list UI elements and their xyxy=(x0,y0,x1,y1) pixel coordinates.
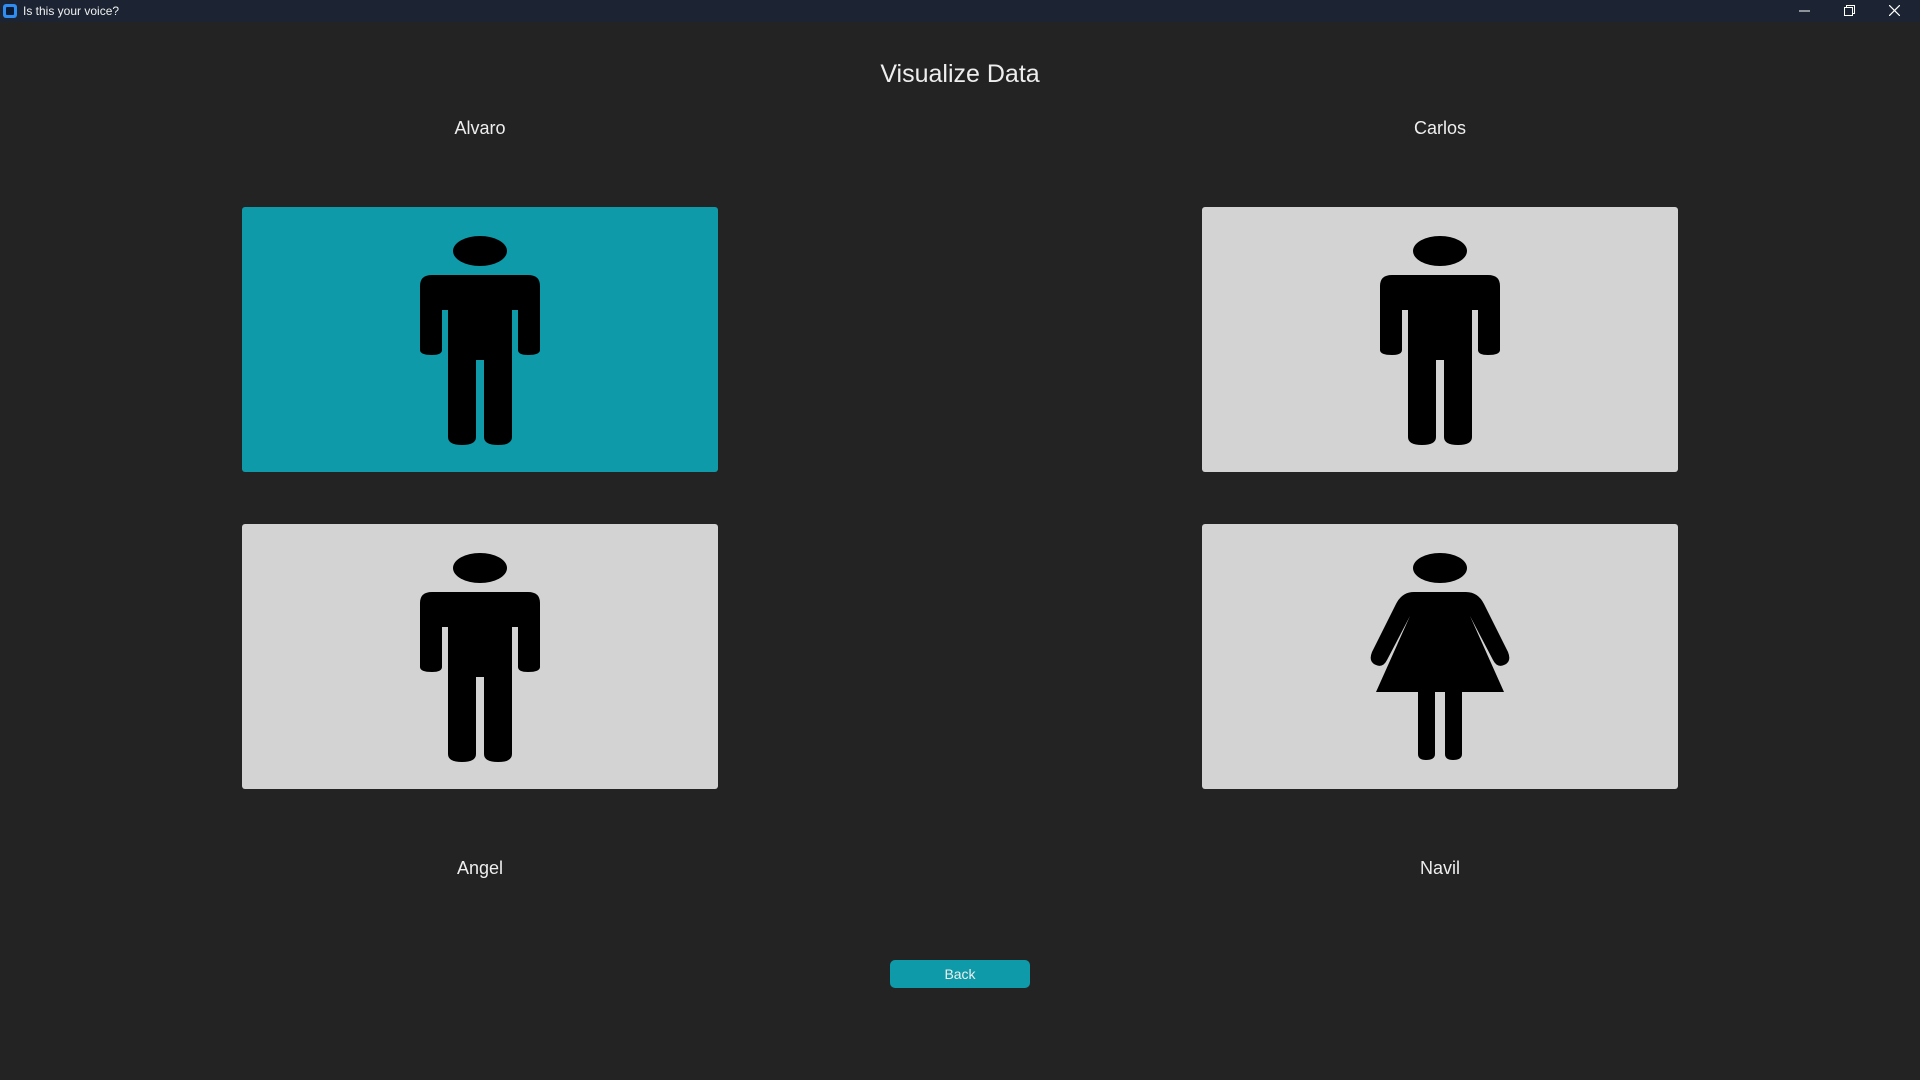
user-card-navil[interactable] xyxy=(1202,524,1678,789)
restore-button[interactable] xyxy=(1827,0,1871,22)
window-titlebar: Is this your voice? xyxy=(0,0,1920,22)
window-title: Is this your voice? xyxy=(23,4,120,18)
male-figure-icon xyxy=(1380,236,1500,445)
male-figure-icon xyxy=(420,236,540,445)
restore-icon xyxy=(1844,5,1855,16)
user-card-alvaro[interactable] xyxy=(242,207,718,472)
minimize-button[interactable] xyxy=(1782,0,1826,22)
page-title: Visualize Data xyxy=(880,60,1040,88)
female-figure-icon xyxy=(1370,553,1510,760)
user-card-carlos[interactable] xyxy=(1202,207,1678,472)
user-name-carlos: Carlos xyxy=(1413,118,1466,138)
user-name-angel: Angel xyxy=(456,858,504,878)
close-button[interactable] xyxy=(1872,0,1916,22)
user-card-angel[interactable] xyxy=(242,524,718,789)
back-button[interactable]: Back xyxy=(890,960,1030,988)
minimize-icon xyxy=(1799,10,1810,12)
male-figure-icon xyxy=(420,553,540,762)
app-icon xyxy=(3,4,17,18)
close-icon xyxy=(1889,5,1900,16)
user-name-navil: Navil xyxy=(1419,858,1460,878)
user-name-alvaro: Alvaro xyxy=(454,118,506,138)
